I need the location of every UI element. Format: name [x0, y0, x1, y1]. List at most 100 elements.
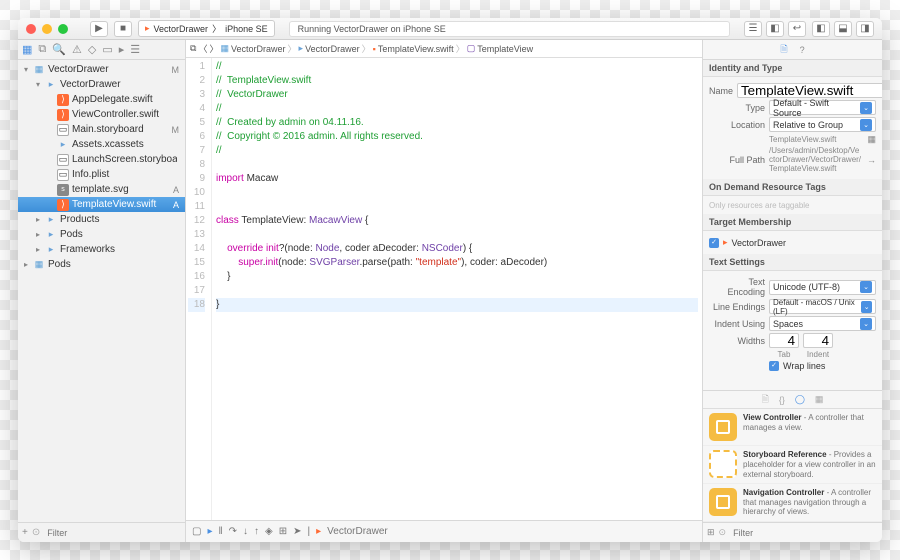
report-nav-icon[interactable]: ☰	[130, 43, 140, 56]
scheme-selector[interactable]: ▸ VectorDrawer 〉 iPhone SE	[138, 20, 275, 37]
encoding-select[interactable]: Unicode (UTF-8)⌄	[769, 280, 876, 295]
step-over-icon[interactable]: ↷	[229, 526, 237, 537]
tab-width-input[interactable]	[769, 333, 799, 348]
titlebar: ▶ ■ ▸ VectorDrawer 〉 iPhone SE Running V…	[18, 18, 882, 40]
code-editor[interactable]: 123456789101112131415161718 // // Templa…	[186, 58, 702, 520]
forward-icon[interactable]: 〉	[209, 42, 218, 55]
step-in-icon[interactable]: ↓	[243, 526, 248, 537]
fullpath-label: Full Path	[709, 155, 765, 165]
target-checkbox[interactable]: ✓	[709, 238, 719, 248]
grid-icon[interactable]: ⊞	[707, 527, 715, 538]
nav-filter-input[interactable]	[44, 525, 181, 540]
indent-label: Indent Using	[709, 319, 765, 329]
tree-row[interactable]: ⟩AppDelegate.swift	[18, 92, 185, 107]
breakpoints-icon[interactable]: ▸	[207, 526, 212, 537]
jump-bar[interactable]: ⧉ 〈 〉 ▦VectorDrawer〉 ▸VectorDrawer〉 ▪Tem…	[186, 40, 702, 58]
zoom-icon[interactable]	[58, 24, 68, 34]
debug-target[interactable]: VectorDrawer	[327, 526, 388, 537]
editor-version-icon[interactable]: ↩	[788, 21, 806, 37]
minimize-icon[interactable]	[42, 24, 52, 34]
library-item[interactable]: View Controller - A controller that mana…	[703, 409, 882, 446]
help-insp-icon[interactable]: ?	[800, 45, 805, 55]
tree-row[interactable]: ▭Info.plist	[18, 167, 185, 182]
tree-row[interactable]: ▸▸Pods	[18, 227, 185, 242]
debug-nav-icon[interactable]: ▭	[102, 43, 112, 56]
filter-icon[interactable]: ⊙	[719, 527, 727, 538]
type-label: Type	[709, 103, 765, 113]
file-template-icon[interactable]: 🗎	[762, 392, 769, 408]
tree-row[interactable]: ▸▸Frameworks	[18, 242, 185, 257]
wrap-checkbox[interactable]: ✓	[769, 361, 779, 371]
toggle-insp-icon[interactable]: ◨	[856, 21, 874, 37]
jump-seg-1[interactable]: VectorDrawer	[305, 44, 360, 54]
close-icon[interactable]	[26, 24, 36, 34]
tree-row[interactable]: ▭LaunchScreen.storyboard	[18, 152, 185, 167]
tree-row[interactable]: ▾▦VectorDrawerM	[18, 62, 185, 77]
library-bottom: ⊞ ⊙	[703, 522, 882, 542]
step-out-icon[interactable]: ↑	[254, 526, 259, 537]
tree-row[interactable]: ▸Assets.xcassets	[18, 137, 185, 152]
continue-icon[interactable]: ‖	[218, 526, 222, 537]
find-nav-icon[interactable]: 🔍	[52, 43, 66, 56]
stop-button[interactable]: ■	[114, 21, 132, 37]
indent-select[interactable]: Spaces⌄	[769, 316, 876, 331]
editor-assistant-icon[interactable]: ◧	[766, 21, 784, 37]
project-nav-icon[interactable]: ▦	[22, 43, 32, 56]
library-tabs: 🗎 {} ◯ ▦	[703, 391, 882, 409]
run-button[interactable]: ▶	[90, 21, 108, 37]
arrow-icon[interactable]: →	[867, 155, 876, 165]
back-icon[interactable]: 〈	[198, 42, 207, 55]
toggle-debug-icon[interactable]: ⬓	[834, 21, 852, 37]
tree-row[interactable]: ▭Main.storyboardM	[18, 122, 185, 137]
jump-seg-3[interactable]: TemplateView	[477, 44, 533, 54]
tree-row[interactable]: ⟩ViewController.swift	[18, 107, 185, 122]
add-icon[interactable]: +	[22, 527, 28, 538]
name-input[interactable]	[737, 83, 882, 98]
folder-icon[interactable]: ▦	[867, 134, 876, 145]
location-select[interactable]: Relative to Group⌄	[769, 117, 876, 132]
editor-standard-icon[interactable]: ☰	[744, 21, 762, 37]
target-header: Target Membership	[703, 214, 882, 231]
project-tree[interactable]: ▾▦VectorDrawerM▾▸VectorDrawer⟩AppDelegat…	[18, 60, 185, 522]
library: 🗎 {} ◯ ▦ View Controller - A controller …	[703, 390, 882, 542]
lib-filter-input[interactable]	[730, 525, 878, 540]
debug-bar: ▢ ▸ ‖ ↷ ↓ ↑ ◈ ⊞ ➤ | ▸ VectorDrawer	[186, 520, 702, 542]
ondemand-placeholder: Only resources are taggable	[709, 201, 810, 210]
identity-header: Identity and Type	[703, 60, 882, 77]
navigator: ▦ ⧉ 🔍 ⚠ ◇ ▭ ▸ ☰ ▾▦VectorDrawerM▾▸VectorD…	[18, 40, 186, 542]
bp-nav-icon[interactable]: ▸	[119, 43, 125, 56]
tree-row[interactable]: ▾▸VectorDrawer	[18, 77, 185, 92]
location-icon[interactable]: ➤	[293, 526, 301, 537]
jump-seg-0[interactable]: VectorDrawer	[231, 44, 286, 54]
lineend-select[interactable]: Default - macOS / Unix (LF)⌄	[769, 299, 876, 314]
media-library-icon[interactable]: ▦	[815, 394, 824, 405]
test-nav-icon[interactable]: ◇	[88, 43, 96, 56]
tree-row[interactable]: ▸▦Pods	[18, 257, 185, 272]
main-area: ▦ ⧉ 🔍 ⚠ ◇ ▭ ▸ ☰ ▾▦VectorDrawerM▾▸VectorD…	[18, 40, 882, 542]
object-library-icon[interactable]: ◯	[795, 394, 805, 405]
library-item[interactable]: Navigation Controller - A controller tha…	[703, 484, 882, 522]
filter-icon[interactable]: ⊙	[32, 527, 40, 538]
library-item[interactable]: Storyboard Reference - Provides a placeh…	[703, 446, 882, 484]
tree-row[interactable]: stemplate.svgA	[18, 182, 185, 197]
toggle-debug-icon[interactable]: ▢	[192, 526, 201, 537]
navigator-bottom: + ⊙	[18, 522, 185, 542]
jump-seg-2[interactable]: TemplateView.swift	[378, 44, 454, 54]
toggle-nav-icon[interactable]: ◧	[812, 21, 830, 37]
issue-nav-icon[interactable]: ⚠	[72, 43, 82, 56]
related-icon[interactable]: ⧉	[190, 43, 196, 54]
type-select[interactable]: Default - Swift Source⌄	[769, 100, 876, 115]
symbol-nav-icon[interactable]: ⧉	[38, 43, 46, 56]
tree-row[interactable]: ⟩TemplateView.swiftA	[18, 197, 185, 212]
text-settings-header: Text Settings	[703, 254, 882, 271]
file-insp-icon[interactable]: 🗎	[780, 42, 787, 58]
location-label: Location	[709, 120, 765, 130]
tree-row[interactable]: ▸▸Products	[18, 212, 185, 227]
code-snippet-icon[interactable]: {}	[779, 395, 785, 405]
code-lines[interactable]: // // TemplateView.swift // VectorDrawer…	[212, 58, 702, 520]
memory-icon[interactable]: ⊞	[279, 526, 287, 537]
editor-area: ⧉ 〈 〉 ▦VectorDrawer〉 ▸VectorDrawer〉 ▪Tem…	[186, 40, 702, 542]
navigator-tabs: ▦ ⧉ 🔍 ⚠ ◇ ▭ ▸ ☰	[18, 40, 185, 60]
debug-hierarchy-icon[interactable]: ◈	[265, 526, 273, 537]
indent-width-input[interactable]	[803, 333, 833, 348]
